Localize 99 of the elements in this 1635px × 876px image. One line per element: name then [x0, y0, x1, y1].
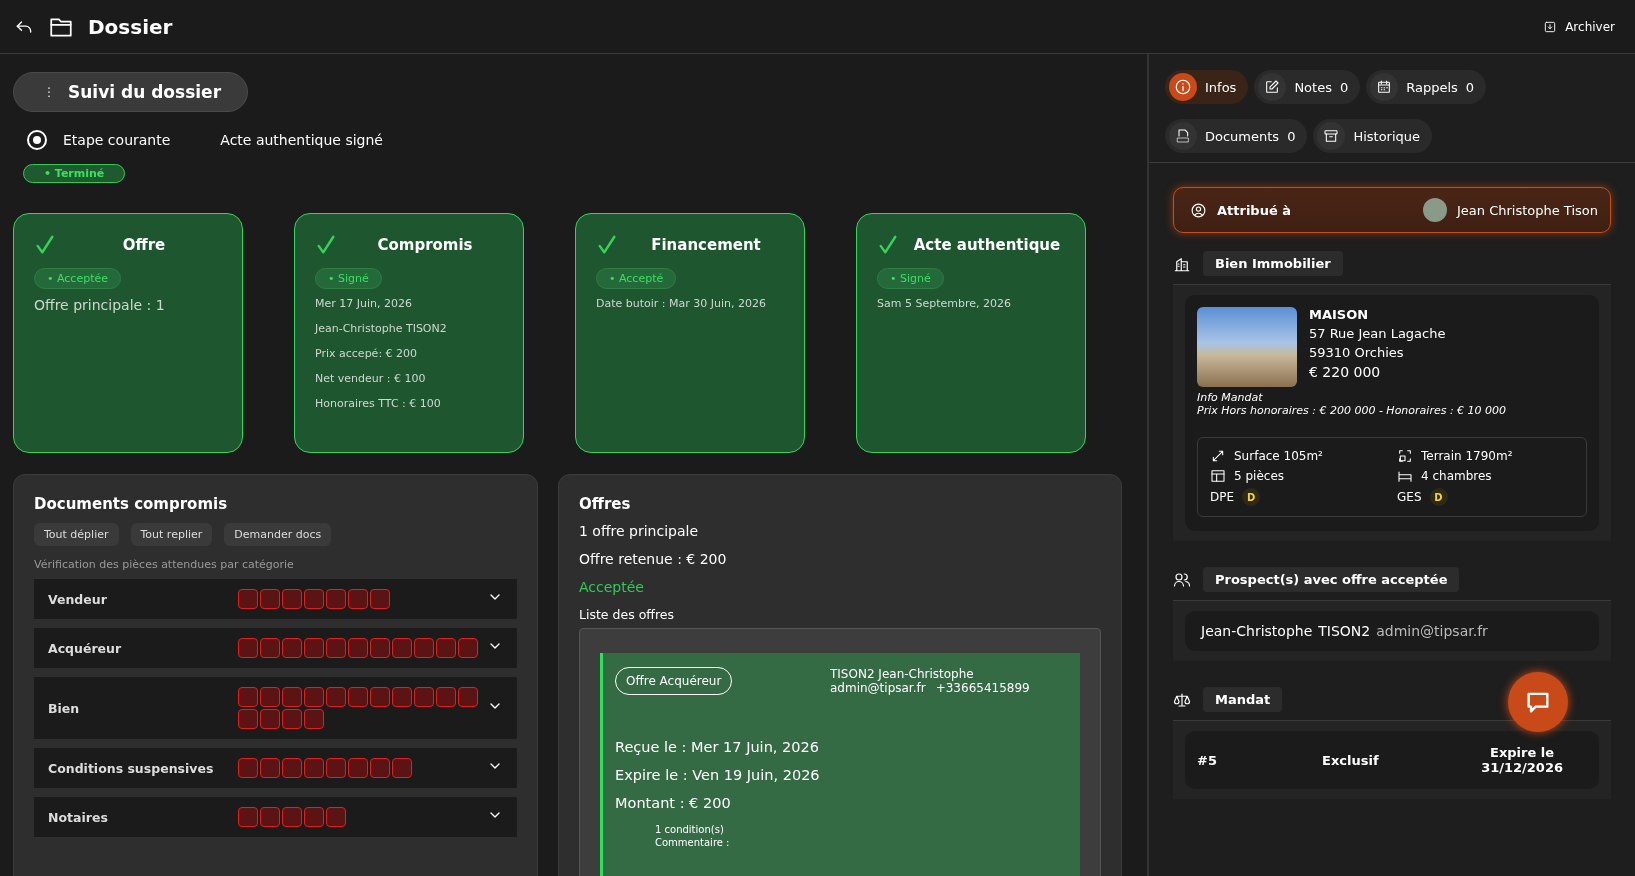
offer-card[interactable]: Offre Acquéreur TISON2 Jean-Christophe admin@tipsar.fr +33665415899 Reçue le : Mer 17 Juin, 2026 Expire le : Ven 19 Juin, 2026 Montant : € 200 1 condition(s) Commentaire : — [600, 653, 1080, 876]
category-row[interactable]: Notaires — [34, 797, 517, 837]
action-button[interactable]: Tout replier — [130, 523, 213, 546]
feature-text: Terrain 1790m² — [1421, 449, 1513, 463]
category-label: Bien — [48, 700, 81, 716]
current-step-label: Etape courante — [63, 132, 171, 148]
check-icon — [34, 234, 56, 256]
energy-grade: D — [1242, 488, 1261, 506]
archive-button[interactable]: Archiver — [1537, 15, 1621, 38]
panel-title: Documents compromis — [34, 495, 229, 513]
area-icon — [1397, 448, 1413, 464]
users-icon — [1173, 570, 1191, 589]
mandate-prices: Prix Hors honoraires : € 200 000 - Honoraires : € 10 000 — [1197, 404, 1508, 417]
current-step-value: Acte authentique signé — [220, 132, 383, 148]
assignee-label: Attribué à — [1217, 202, 1292, 218]
feature-text: 4 chambres — [1421, 469, 1492, 483]
section-heading: Bien Immobilier — [1203, 251, 1343, 276]
expiry-label: Expire le — [1489, 745, 1556, 760]
stage-detail: Jean-Christophe TISON2 — [315, 322, 448, 335]
stage-status: • Signé — [315, 268, 382, 289]
side-tab[interactable]: Infos — [1165, 70, 1249, 104]
energy-label: DPE — [1210, 490, 1235, 504]
offer-phone: +33665415899 — [935, 681, 1030, 695]
expiry-date: 31/12/2026 — [1481, 760, 1563, 775]
stage-detail: Honoraires TTC : € 100 — [315, 397, 442, 410]
stage-detail: Prix accepé: € 200 — [315, 347, 419, 360]
energy-grade: D — [1429, 488, 1448, 506]
stage-title: Offre — [121, 236, 167, 254]
offer-comment: Commentaire : — [655, 836, 731, 849]
stage-title: Acte authentique — [912, 236, 1062, 254]
user-circle-icon — [1190, 201, 1207, 219]
stage-detail: Mer 17 Juin, 2026 — [315, 297, 413, 310]
retained-offer: Offre retenue : € 200 — [579, 551, 728, 567]
stage-detail: Date butoir : Mar 30 Juin, 2026 — [596, 297, 768, 310]
property-street: 57 Rue Jean Lagache — [1309, 326, 1446, 341]
mandate-number: #5 — [1197, 752, 1218, 768]
archive-box-icon — [1543, 19, 1558, 34]
property-type: MAISON — [1309, 307, 1370, 322]
stage-detail: Offre principale : 1 — [34, 297, 166, 313]
feature-text: 5 pièces — [1234, 469, 1284, 483]
edit-icon — [1264, 79, 1281, 95]
category-label: Notaires — [48, 809, 109, 825]
category-label: Vendeur — [48, 591, 108, 607]
offer-status: Acceptée — [579, 579, 645, 595]
status-badge: • Terminé — [23, 164, 126, 183]
energy-label: GES — [1397, 490, 1422, 504]
category-row[interactable]: Conditions suspensives — [34, 748, 517, 788]
list-label: Liste des offres — [579, 607, 675, 622]
resize-icon — [1210, 448, 1226, 464]
stage-detail: Net vendeur : € 100 — [315, 372, 427, 385]
property-price: € 220 000 — [1309, 364, 1382, 380]
action-button[interactable]: Tout déplier — [34, 523, 119, 546]
mandate-type: Exclusif — [1322, 752, 1380, 768]
action-button[interactable]: Demander docs — [224, 523, 332, 546]
mandate-info-title: Info Mandat — [1197, 391, 1264, 404]
offer-email: admin@tipsar.fr — [830, 681, 926, 695]
category-row[interactable]: Bien — [34, 677, 517, 739]
stage-status: • Accepté — [596, 268, 677, 289]
offer-name: TISON2 Jean-Christophe — [830, 667, 975, 681]
avatar — [1423, 198, 1447, 222]
stage-title: Compromis — [376, 236, 474, 254]
side-tab[interactable]: Notes 0 — [1254, 70, 1361, 104]
prospect-first-name: Jean-Christophe — [1201, 623, 1313, 639]
offer-amount: Montant : € 200 — [615, 795, 732, 811]
check-icon — [315, 234, 337, 256]
radio-button[interactable] — [27, 130, 47, 150]
hint-text: Vérification des pièces attendues par catégorie — [34, 558, 295, 571]
stage-status: • Acceptée — [34, 268, 121, 289]
side-tab[interactable]: Historique — [1313, 119, 1433, 153]
prospect-last-name: TISON2 — [1318, 623, 1371, 639]
stage-detail: Sam 5 Septembre, 2026 — [877, 297, 1012, 310]
archive-icon — [1323, 128, 1340, 144]
page-title: Dossier — [88, 14, 173, 39]
offer-expiry: Expire le : Ven 19 Juin, 2026 — [615, 767, 821, 783]
category-row[interactable]: Vendeur — [34, 579, 517, 619]
category-label: Acquéreur — [48, 640, 123, 656]
section-heading: Mandat — [1203, 687, 1283, 712]
tracking-menu-button[interactable]: Suivi du dossier — [13, 72, 249, 112]
offer-count: 1 offre principale — [579, 523, 700, 539]
category-label: Conditions suspensives — [48, 760, 215, 776]
info-icon — [1174, 78, 1192, 96]
feature-text: Surface 105m² — [1234, 449, 1323, 463]
check-icon — [596, 234, 618, 256]
side-tab[interactable]: Documents 0 — [1165, 119, 1308, 153]
stage-status: • Signé — [877, 268, 944, 289]
property-city: 59310 Orchies — [1309, 345, 1405, 360]
prospect-email: admin@tipsar.fr — [1376, 623, 1488, 639]
check-icon — [877, 234, 899, 256]
document-icon — [1175, 128, 1191, 144]
category-row[interactable]: Acquéreur — [34, 628, 517, 668]
offer-received: Reçue le : Mer 17 Juin, 2026 — [615, 739, 820, 755]
section-heading: Prospect(s) avec offre acceptée — [1203, 567, 1460, 592]
offer-conditions: 1 condition(s) — [655, 823, 725, 836]
panel-title: Offres — [579, 495, 632, 513]
calendar-icon — [1376, 79, 1393, 95]
stage-title: Financement — [650, 236, 762, 254]
assignee-name: Jean Christophe Tison — [1457, 202, 1598, 218]
side-tab[interactable]: Rappels 0 — [1366, 70, 1487, 104]
floorplan-icon — [1210, 468, 1226, 484]
